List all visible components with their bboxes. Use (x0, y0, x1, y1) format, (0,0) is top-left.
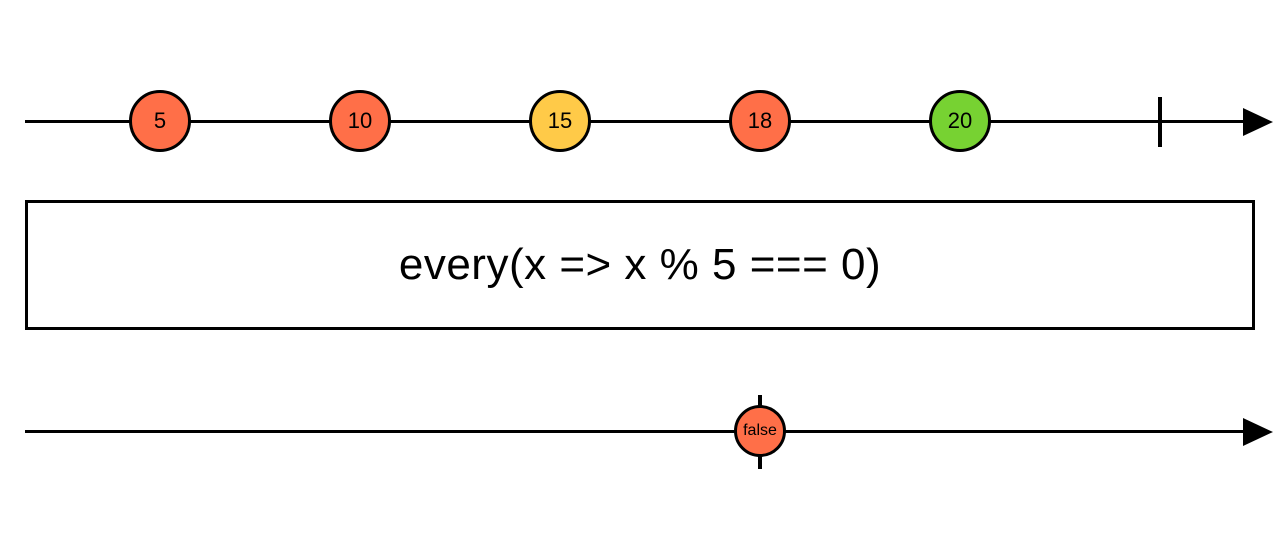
output-timeline-arrowhead (1243, 418, 1273, 446)
marble-value: 18 (748, 110, 772, 132)
marble-circle: 10 (329, 90, 391, 152)
marble-value: 10 (348, 110, 372, 132)
input-marble-3: 15 (529, 90, 591, 152)
input-complete-tick (1158, 97, 1162, 147)
input-marble-4: 18 (729, 90, 791, 152)
input-timeline-arrowhead (1243, 108, 1273, 136)
marble-value: 20 (948, 110, 972, 132)
marble-diagram: 5 10 15 18 20 every(x => x % 5 === 0) fa… (0, 0, 1280, 540)
marble-value: 5 (154, 110, 166, 132)
marble-circle: 5 (129, 90, 191, 152)
output-marble: false (734, 405, 786, 457)
input-marble-5: 20 (929, 90, 991, 152)
marble-circle: false (734, 405, 786, 457)
marble-circle: 18 (729, 90, 791, 152)
marble-value: 15 (548, 110, 572, 132)
marble-circle: 15 (529, 90, 591, 152)
input-marble-2: 10 (329, 90, 391, 152)
operator-label: every(x => x % 5 === 0) (399, 240, 881, 290)
operator-box: every(x => x % 5 === 0) (25, 200, 1255, 330)
input-timeline (25, 120, 1245, 123)
input-marble-1: 5 (129, 90, 191, 152)
output-timeline (25, 430, 1245, 433)
marble-value: false (743, 423, 777, 439)
marble-circle: 20 (929, 90, 991, 152)
